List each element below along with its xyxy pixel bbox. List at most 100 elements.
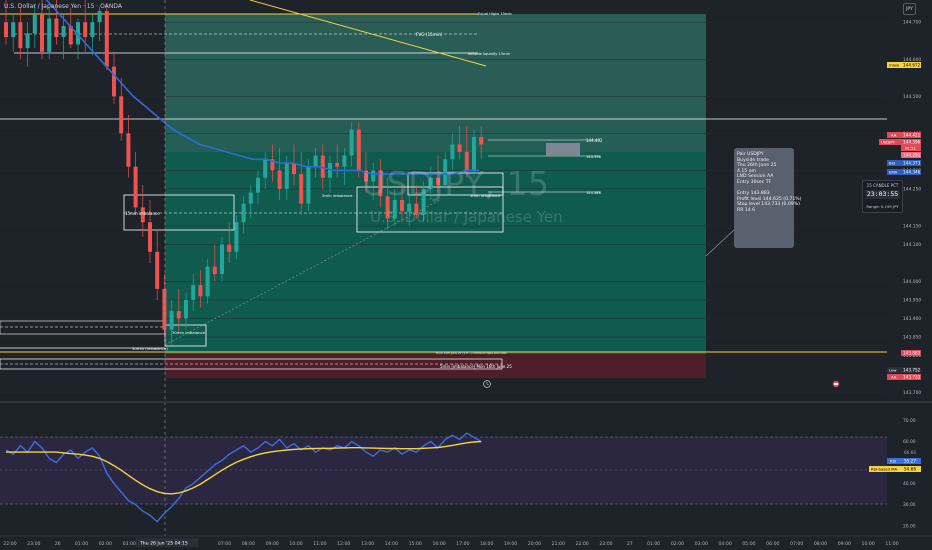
symbol-header[interactable]: U.S. Dollar / Japanese Yen · 15 · OANDA [4, 3, 122, 10]
time-tick-label: 17:00 [456, 541, 469, 547]
symbol-tag-label: USDJPY [881, 140, 895, 145]
candle-body[interactable] [155, 251, 160, 289]
candle-body[interactable] [227, 244, 232, 252]
candle-body[interactable] [119, 96, 124, 134]
time-tick-label: 14:00 [385, 541, 398, 547]
candle-body[interactable] [263, 159, 268, 178]
candle-body[interactable] [148, 222, 152, 252]
timer-range: Range: 0.199 JPY [866, 204, 899, 209]
time-tick-label: 07:00 [218, 541, 231, 547]
watermark-name: U.S. Dollar / Japanese Yen [370, 208, 563, 226]
candle-body[interactable] [4, 22, 8, 38]
position-info-box[interactable]: Pair USDJPY Buyside trade Thu 26th June … [734, 148, 801, 248]
candle-body[interactable] [133, 166, 138, 208]
low-value: 143.752 [903, 368, 921, 373]
rsi-value-secondary: 66.66 [904, 450, 916, 455]
candle-body[interactable] [61, 25, 66, 38]
candle-body[interactable] [11, 22, 16, 38]
time-tick-label: 12:00 [337, 541, 350, 547]
candle-body[interactable] [162, 288, 167, 330]
price-tick-label: 144.500 [903, 94, 921, 100]
candle-body[interactable] [32, 14, 37, 34]
label-sellside: Sellside liquidity 15min [468, 52, 510, 56]
candle-body[interactable] [54, 18, 59, 38]
time-tick-label: 04:00 [719, 541, 732, 547]
time-tick-label: 19:00 [504, 541, 517, 547]
time-tick-label: 10:00 [862, 541, 875, 547]
candle-body[interactable] [205, 266, 210, 297]
candle-body[interactable] [90, 22, 95, 38]
candle-body[interactable] [198, 285, 203, 297]
candle-body[interactable] [342, 155, 347, 167]
pink-value: 144.291 [903, 153, 921, 158]
label-imb5: 5min imbalance [322, 193, 353, 198]
time-tick-label: 21:00 [552, 541, 565, 547]
candle-body[interactable] [450, 144, 455, 160]
label-imb15: 15min imbalance [125, 211, 160, 216]
time-tick-label: 09:00 [266, 541, 279, 547]
candle-body[interactable] [25, 33, 30, 49]
price-tick-label: 144.700 [903, 20, 921, 26]
candle-body[interactable] [241, 203, 246, 223]
time-tick-label: 03:00 [123, 541, 136, 547]
candle-body[interactable] [284, 162, 289, 189]
watermark-ticker: USDJPY, 15 [362, 164, 550, 203]
candle-body[interactable] [169, 311, 174, 330]
candle-body[interactable] [191, 285, 196, 300]
time-tick-label: 18:00 [480, 541, 493, 547]
candle-body[interactable] [104, 11, 109, 67]
currency-button[interactable]: JPY [903, 3, 916, 15]
time-tick-label: 02:00 [99, 541, 112, 547]
time-tick-label: 07:00 [790, 541, 803, 547]
candle-body[interactable] [313, 155, 318, 167]
price-tick-label: 144.250 [903, 186, 921, 192]
time-tick-label: 11:00 [885, 541, 898, 547]
candle-body[interactable] [349, 129, 354, 156]
aa2-tag-label: AA [891, 375, 897, 380]
time-tick-label: 05:00 [742, 541, 755, 547]
bid-value: 144.373 [903, 161, 921, 166]
rsi-tick-label: 20.00 [903, 523, 916, 529]
label-equal-highs: Equal Highs 15min [478, 12, 512, 16]
candle-body[interactable] [479, 137, 484, 145]
price-tick-label: 144.150 [903, 223, 921, 229]
candle-body[interactable] [184, 300, 188, 319]
candle-body[interactable] [234, 222, 239, 252]
candle-body[interactable] [18, 22, 23, 49]
time-tick-label: 06:00 [766, 541, 779, 547]
candle-body[interactable] [47, 18, 52, 52]
chart-canvas[interactable]: Equal Highs 15min FVG (15min) Sellside l… [0, 0, 932, 550]
candle-body[interactable] [356, 129, 361, 171]
rsi-ma-tag-label: RSI-based MA [871, 467, 897, 472]
candle-body[interactable] [220, 244, 224, 275]
time-tick-label: 02:00 [671, 541, 684, 547]
candle-body[interactable] [126, 133, 131, 167]
time-tick-label: 08:00 [242, 541, 255, 547]
stop-loss-zone[interactable] [165, 354, 706, 378]
pending-order-box[interactable] [546, 143, 580, 156]
candle-body[interactable] [335, 162, 340, 167]
time-tick-label: 01:00 [75, 541, 88, 547]
mlow-value: 144.672 [903, 63, 921, 68]
candle-timer-widget[interactable]: 15 CANDLE PCT 23:03:55 Range: 0.199 JPY [862, 180, 903, 213]
symbol-value: 144.396 [903, 140, 921, 145]
time-tick-label: 11:00 [313, 541, 326, 547]
candle-body[interactable] [112, 66, 116, 97]
candle-body[interactable] [97, 11, 102, 23]
candle-body[interactable] [248, 192, 253, 204]
price-tick-label: 143.850 [903, 335, 921, 341]
candle-body[interactable] [277, 170, 282, 189]
candle-body[interactable] [212, 266, 217, 275]
candle-body[interactable] [292, 162, 296, 175]
candle-body[interactable] [306, 166, 311, 204]
candle-body[interactable] [299, 174, 304, 204]
time-tick-label: 16:00 [432, 541, 445, 547]
candle-body[interactable] [176, 311, 181, 319]
mlow-tag-label: mlow [889, 63, 899, 68]
candle-body[interactable] [457, 144, 462, 152]
candle-body[interactable] [83, 22, 88, 38]
candle-body[interactable] [256, 177, 260, 193]
candle-body[interactable] [40, 14, 44, 52]
label-fvg: FVG (15min) [416, 32, 443, 37]
label-imb30b: 30min (imbalance) [132, 346, 168, 351]
